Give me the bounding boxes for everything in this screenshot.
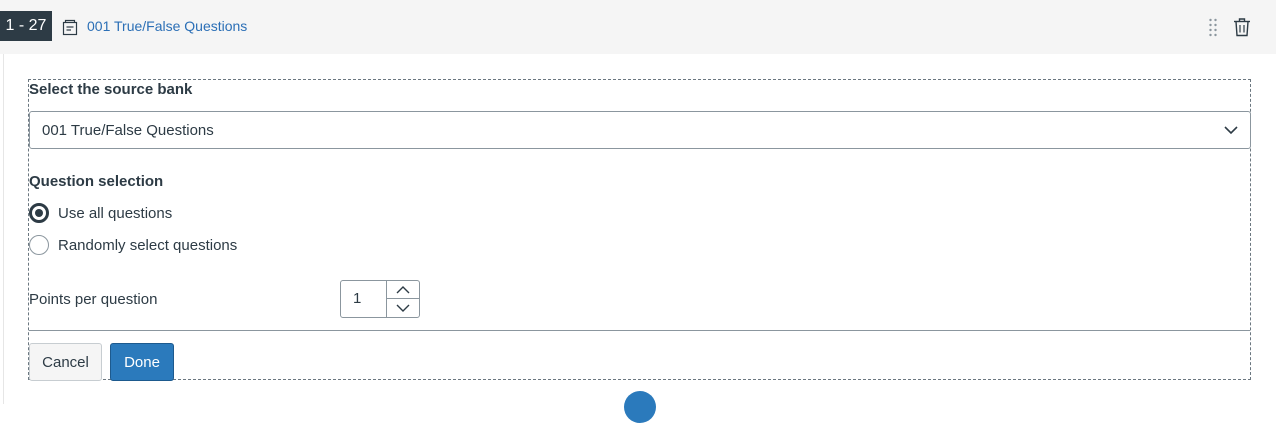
- chevron-up-icon: [396, 285, 410, 293]
- source-bank-selected: 001 True/False Questions: [42, 122, 214, 139]
- radio-label: Randomly select questions: [58, 236, 238, 254]
- question-bank-icon: [62, 19, 78, 36]
- stepper-buttons: [386, 281, 419, 317]
- points-label: Points per question: [29, 291, 158, 308]
- left-rule: [3, 54, 4, 404]
- done-button[interactable]: Done: [110, 343, 174, 381]
- decrement-button[interactable]: [387, 299, 419, 317]
- divider: [29, 330, 1250, 331]
- chevron-down-icon: [1224, 126, 1238, 135]
- increment-button[interactable]: [387, 281, 419, 299]
- chevron-down-icon: [396, 304, 410, 312]
- radio-use-all[interactable]: Use all questions: [29, 202, 172, 224]
- question-bank-link[interactable]: 001 True/False Questions: [87, 18, 247, 34]
- question-range-badge: 1 - 27: [0, 11, 52, 41]
- radio-button-checked[interactable]: [29, 203, 49, 223]
- radio-random[interactable]: Randomly select questions: [29, 234, 237, 256]
- trash-icon[interactable]: [1233, 17, 1251, 37]
- radio-label: Use all questions: [58, 204, 173, 222]
- cancel-button[interactable]: Cancel: [29, 343, 102, 381]
- question-selection-label: Question selection: [29, 173, 164, 190]
- drag-handle-icon[interactable]: [1208, 17, 1218, 37]
- points-value[interactable]: 1: [353, 290, 361, 307]
- source-bank-label: Select the source bank: [29, 81, 193, 98]
- radio-button[interactable]: [29, 235, 49, 255]
- points-stepper[interactable]: 1: [340, 280, 420, 318]
- question-group-editor: Select the source bank 001 True/False Qu…: [28, 79, 1251, 381]
- source-bank-select[interactable]: 001 True/False Questions: [29, 111, 1251, 149]
- add-question-button[interactable]: [624, 391, 656, 423]
- question-group-header: 1 - 27 001 True/False Questions: [0, 0, 1276, 54]
